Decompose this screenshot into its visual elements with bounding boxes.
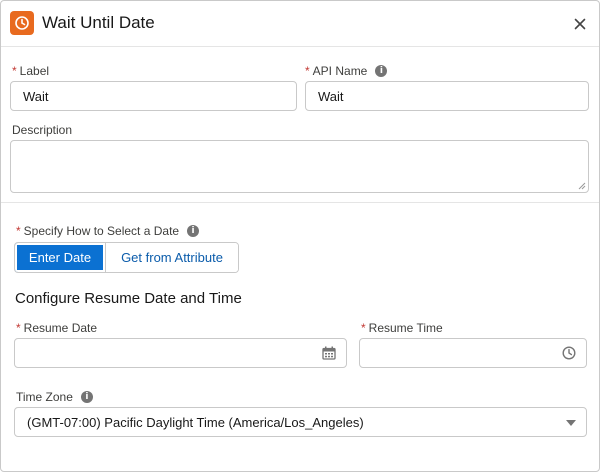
label-input[interactable]: Wait (10, 81, 297, 111)
resume-date-label: * Resume Date (16, 321, 97, 335)
api-name-field-label: * API Name i (305, 64, 388, 78)
clock-icon[interactable] (562, 346, 576, 360)
date-selection-label: * Specify How to Select a Date i (16, 224, 200, 238)
resume-time-label: * Resume Time (361, 321, 443, 335)
description-field-text: Description (12, 123, 73, 137)
required-marker: * (16, 224, 21, 238)
required-marker: * (12, 64, 17, 78)
date-selection-button-group: Enter Date Get from Attribute (14, 242, 239, 273)
resume-date-text: Resume Date (23, 321, 98, 335)
time-zone-text: Time Zone (16, 390, 73, 404)
required-marker: * (305, 64, 310, 78)
resize-grip-icon[interactable] (578, 182, 586, 190)
required-marker: * (361, 321, 366, 335)
date-selection-text: Specify How to Select a Date (23, 224, 180, 238)
time-zone-select[interactable]: (GMT-07:00) Pacific Daylight Time (Ameri… (14, 407, 587, 437)
label-field-label: * Label (12, 64, 49, 78)
api-name-field-text: API Name (312, 64, 368, 78)
label-input-value: Wait (23, 88, 49, 104)
time-zone-value: (GMT-07:00) Pacific Daylight Time (Ameri… (27, 414, 364, 430)
api-name-input[interactable]: Wait (305, 81, 589, 111)
info-icon[interactable]: i (80, 391, 93, 403)
api-name-input-value: Wait (318, 88, 344, 104)
clock-icon (10, 11, 34, 35)
description-field-label: Description (12, 123, 72, 137)
section-divider (1, 202, 599, 203)
label-field-text: Label (19, 64, 50, 78)
close-icon[interactable] (571, 15, 589, 33)
enter-date-button[interactable]: Enter Date (15, 243, 106, 272)
resume-date-input[interactable] (14, 338, 347, 368)
info-icon[interactable]: i (187, 225, 200, 237)
info-icon[interactable]: i (375, 65, 388, 77)
wait-until-date-modal: Wait Until Date * Label Wait * API Name … (0, 0, 600, 472)
resume-time-input[interactable] (359, 338, 587, 368)
description-textarea[interactable] (10, 140, 589, 193)
resume-time-text: Resume Time (368, 321, 443, 335)
resume-section-title: Configure Resume Date and Time (15, 290, 242, 307)
modal-title: Wait Until Date (42, 13, 155, 32)
modal-header: Wait Until Date (1, 1, 599, 47)
required-marker: * (16, 321, 21, 335)
chevron-down-icon[interactable] (566, 420, 576, 426)
get-from-attribute-button[interactable]: Get from Attribute (105, 243, 238, 272)
calendar-icon[interactable] (322, 346, 336, 360)
time-zone-label: Time Zone i (16, 390, 93, 404)
